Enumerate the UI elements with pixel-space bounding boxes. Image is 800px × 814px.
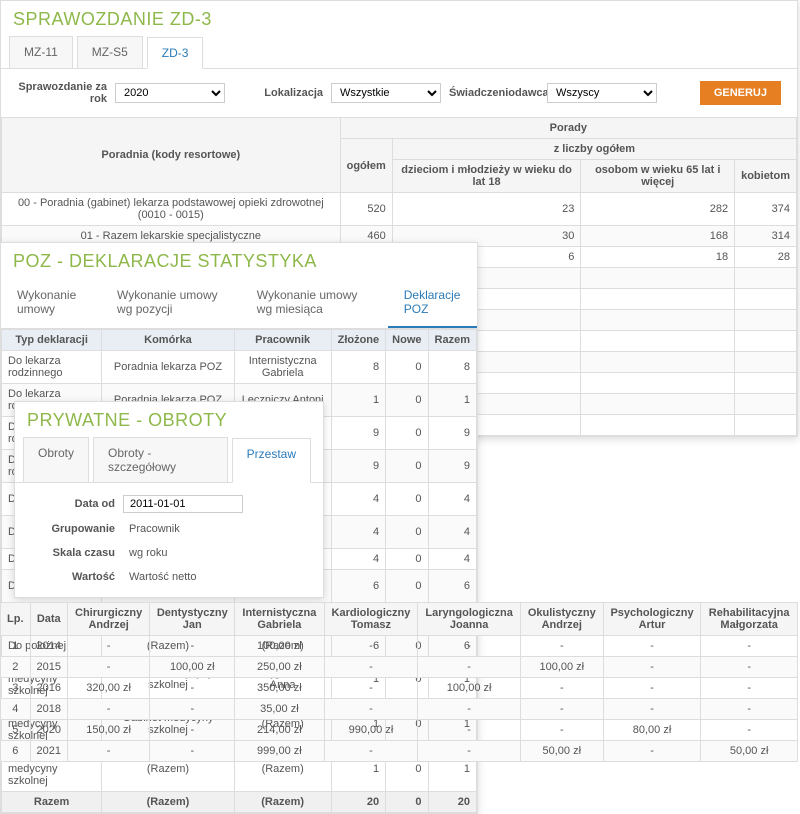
prov-label: Świadczeniodawca (449, 87, 539, 99)
obroty-col: Lp. (1, 603, 31, 636)
pryw-title: PRYWATNE - OBROTY (15, 402, 323, 437)
obroty-row: 62021--999,00 zł--50,00 zł-50,00 zł (1, 741, 798, 762)
obroty-table: Lp.DataChirurgiczny AndrzejDentystyczny … (0, 602, 798, 762)
poz-tab-2[interactable]: Wykonanie umowy wg miesiąca (241, 278, 388, 328)
dataod-label: Data od (25, 498, 115, 510)
tab-mz11[interactable]: MZ-11 (9, 36, 73, 68)
h-zloz: Złożone (331, 330, 386, 351)
obroty-col: Kardiologiczny Tomasz (324, 603, 418, 636)
poz-tab-1[interactable]: Wykonanie umowy wg pozycji (101, 278, 241, 328)
obroty-col: Dentystyczny Jan (150, 603, 235, 636)
year-label: Sprawozdanie za rok (17, 81, 107, 105)
col-poradnia: Poradnia (kody resortowe) (2, 118, 341, 193)
tab-zd3[interactable]: ZD-3 (147, 37, 204, 69)
pryw-tabs: Obroty Obroty - szczegółowy Przestaw (15, 437, 323, 483)
poz-tab-0[interactable]: Wykonanie umowy (1, 278, 101, 328)
pryw-tab-0[interactable]: Obroty (23, 437, 89, 482)
zd3-title: SPRAWOZDANIE ZD-3 (1, 1, 797, 36)
poz-tab-3[interactable]: Deklaracje POZ (388, 278, 477, 328)
wart-label: Wartość (25, 571, 115, 583)
poz-footer-row: Razem (Razem) (Razem) 20 0 20 (2, 792, 477, 813)
col-ogolem: ogółem (340, 139, 392, 193)
obroty-col: Okulistyczny Andrzej (520, 603, 603, 636)
col-zliczby: z liczby ogółem (392, 139, 796, 160)
obroty-row: 32016320,00 zł-350,00 zł-100,00 zł--- (1, 678, 798, 699)
poz-tabs: Wykonanie umowy Wykonanie umowy wg pozyc… (1, 278, 477, 329)
tab-mzs5[interactable]: MZ-S5 (77, 36, 143, 68)
pryw-panel: PRYWATNE - OBROTY Obroty Obroty - szczeg… (14, 401, 324, 598)
obroty-col: Internistyczna Gabriela (235, 603, 324, 636)
zd3-tabs: MZ-11 MZ-S5 ZD-3 (1, 36, 797, 69)
pryw-tab-2[interactable]: Przestaw (232, 438, 311, 483)
obroty-row: 22015-100,00 zł250,00 zł--100,00 zł-- (1, 657, 798, 678)
h-typ: Typ deklaracji (2, 330, 102, 351)
dataod-input[interactable] (123, 495, 243, 513)
year-select[interactable]: 2020 (115, 83, 225, 103)
obroty-table-wrap: Lp.DataChirurgiczny AndrzejDentystyczny … (0, 602, 798, 762)
h-prac: Pracownik (234, 330, 331, 351)
wart-value: Wartość netto (123, 569, 243, 585)
col-65: osobom w wieku 65 lat i więcej (581, 160, 735, 193)
obroty-row: 42018--35,00 zł----- (1, 699, 798, 720)
obroty-col: Laryngologiczna Joanna (418, 603, 520, 636)
loc-label: Lokalizacja (233, 87, 323, 99)
generate-button[interactable]: GENERUJ (700, 81, 781, 105)
obroty-col: Psychologiczny Artur (603, 603, 701, 636)
obroty-row: 12014--100,00 zł----- (1, 636, 798, 657)
pryw-tab-1[interactable]: Obroty - szczegółowy (93, 437, 228, 482)
h-nowe: Nowe (386, 330, 428, 351)
grup-label: Grupowanie (25, 523, 115, 535)
h-kom: Komórka (102, 330, 235, 351)
poz-title: POZ - DEKLARACJE STATYSTYKA (1, 243, 477, 278)
zd3-row: 00 - Poradnia (gabinet) lekarza podstawo… (2, 193, 797, 226)
col-kobietom: kobietom (735, 160, 797, 193)
prov-select[interactable]: Wszyscy (547, 83, 657, 103)
obroty-row: 52020150,00 zł-214,00 zł990,00 zł--80,00… (1, 720, 798, 741)
col-dzieci: dzieciom i młodzieży w wieku do lat 18 (392, 160, 581, 193)
loc-select[interactable]: Wszystkie (331, 83, 441, 103)
grup-value: Pracownik (123, 521, 243, 537)
obroty-col: Chirurgiczny Andrzej (67, 603, 149, 636)
obroty-col: Rehabilitacyjna Małgorzata (701, 603, 798, 636)
skala-value: wg roku (123, 545, 243, 561)
col-porady: Porady (340, 118, 796, 139)
poz-row: Do lekarza rodzinnegoPoradnia lekarza PO… (2, 351, 477, 384)
zd3-filter-bar: Sprawozdanie za rok 2020 Lokalizacja Wsz… (1, 69, 797, 117)
obroty-col: Data (30, 603, 67, 636)
h-razem: Razem (428, 330, 477, 351)
skala-label: Skala czasu (25, 547, 115, 559)
